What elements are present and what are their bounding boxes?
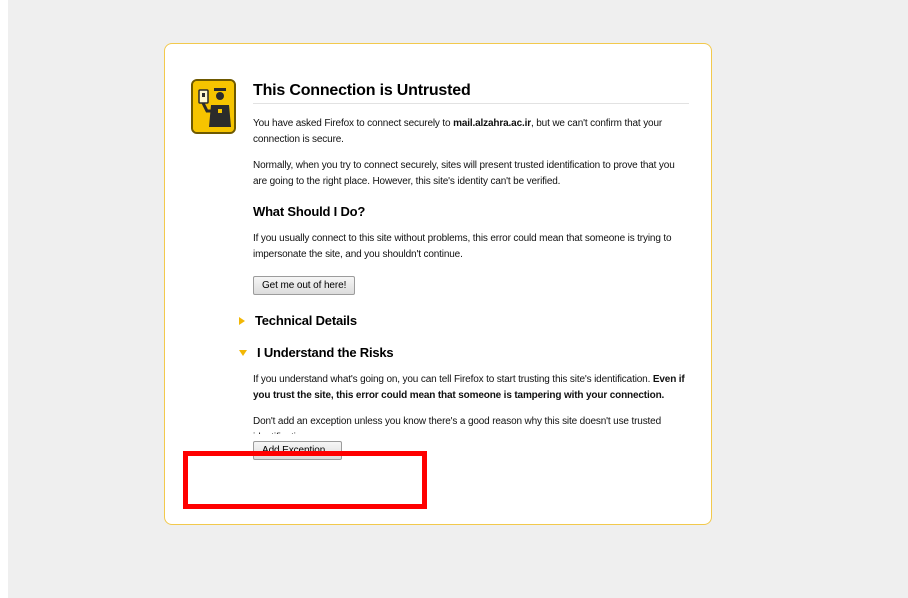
page-title: This Connection is Untrusted — [253, 82, 689, 104]
intro-prefix: You have asked Firefox to connect secure… — [253, 118, 454, 129]
site-domain: mail.alzahra.ac.ir — [453, 118, 531, 129]
triangle-right-icon — [239, 316, 245, 325]
error-content: This Connection is Untrusted You have as… — [239, 82, 689, 460]
understand-risks-toggle[interactable]: I Understand the Risks — [239, 345, 689, 360]
what-should-text: If you usually connect to this site with… — [253, 233, 672, 260]
risks-text: If you understand what's going on, you c… — [253, 372, 689, 404]
security-officer-icon — [191, 79, 236, 134]
technical-details-label: Technical Details — [255, 313, 357, 328]
understand-risks-label: I Understand the Risks — [257, 345, 394, 360]
technical-details-toggle[interactable]: Technical Details — [239, 313, 689, 328]
get-me-out-button[interactable]: Get me out of here! — [253, 276, 356, 295]
add-exception-button[interactable]: Add Exception... — [253, 441, 343, 460]
triangle-down-icon — [239, 349, 247, 356]
dont-add-text: Don't add an exception unless you know t… — [253, 416, 661, 434]
risks-plain: If you understand what's going on, you c… — [253, 374, 653, 385]
error-card: This Connection is Untrusted You have as… — [164, 43, 712, 525]
normally-text: Normally, when you try to connect secure… — [253, 160, 675, 187]
intro-text: You have asked Firefox to connect secure… — [253, 116, 689, 148]
what-should-heading: What Should I Do? — [253, 204, 366, 219]
